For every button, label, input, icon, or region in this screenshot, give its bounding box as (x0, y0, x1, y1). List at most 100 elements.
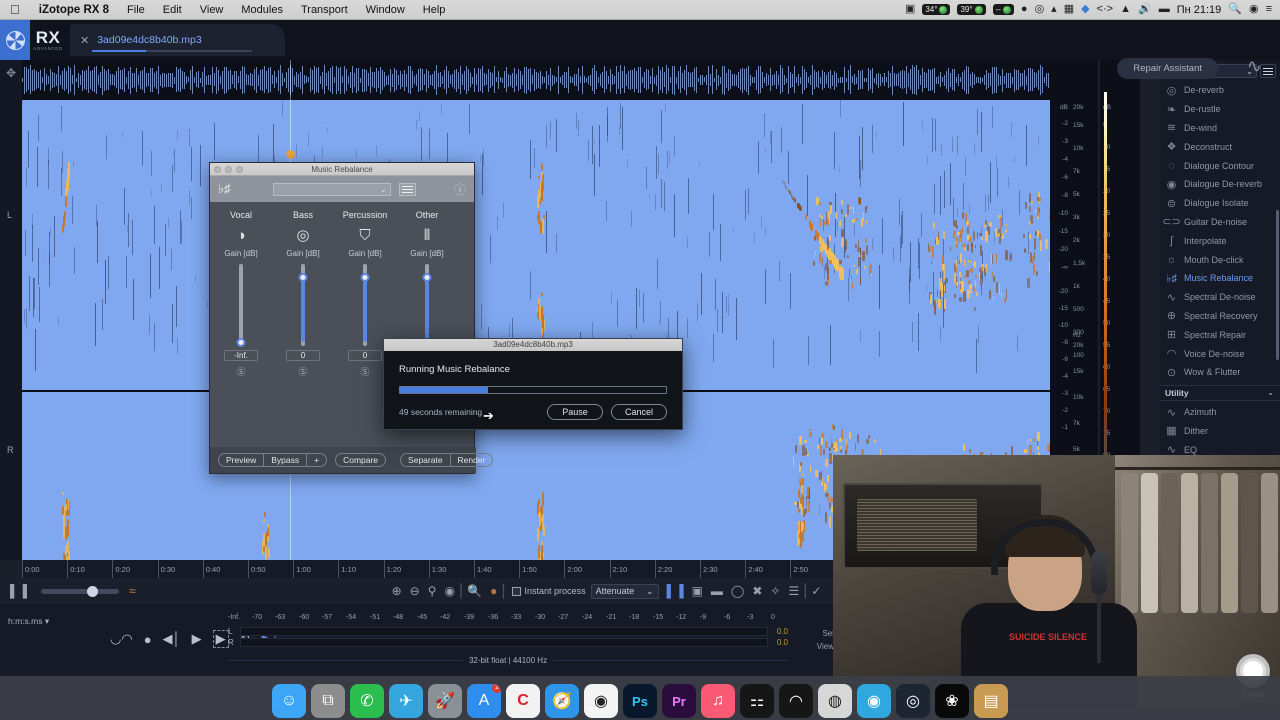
band-gain-knob[interactable] (422, 272, 432, 282)
hamburger-icon[interactable] (1260, 64, 1276, 78)
band-gain-value[interactable]: -Inf. (224, 350, 258, 361)
document-tab[interactable]: ✕ 3ad09e4dc8b40b.mp3 (70, 24, 285, 56)
module-item-music-rebalance[interactable]: ♭♯ Music Rebalance (1160, 269, 1280, 288)
menu-help[interactable]: Help (414, 4, 455, 16)
code-icon[interactable]: <·> (1097, 4, 1114, 15)
menu-transport[interactable]: Transport (292, 4, 357, 16)
instant-process-checkbox[interactable] (511, 586, 521, 596)
volume-icon[interactable]: 🔊 (1138, 4, 1152, 15)
temp-chip-2[interactable]: 39° (957, 4, 986, 15)
module-item-de-wind[interactable]: ≋ De-wind (1160, 119, 1280, 138)
webcam-overlay[interactable]: SUICIDE SILENCE Camo (833, 455, 1280, 707)
cancel-button[interactable]: Cancel (611, 404, 667, 420)
dock-item-affinity[interactable]: ❀ (935, 684, 969, 718)
marker-handle-icon[interactable] (286, 150, 295, 159)
adguard-icon[interactable]: ● (1021, 4, 1028, 15)
paint-icon[interactable]: ● (490, 584, 497, 598)
band-gain-knob[interactable] (236, 338, 246, 347)
module-item-azimuth[interactable]: ∿ Azimuth (1160, 403, 1280, 422)
search-icon[interactable]: 🔍 (1228, 4, 1242, 15)
zoom-in-icon[interactable]: ⊕ (392, 584, 402, 598)
dock-item-premiere-pro[interactable]: Pr (662, 684, 696, 718)
dock-item-safari[interactable]: 🧭 (545, 684, 579, 718)
solo-icon[interactable]: Ⓢ (210, 365, 272, 378)
module-item-interpolate[interactable]: ∫ Interpolate (1160, 231, 1280, 250)
module-item-dialogue-de-reverb[interactable]: ◉ Dialogue De-reverb (1160, 175, 1280, 194)
close-icon[interactable]: ✕ (80, 34, 89, 47)
magic-wand-icon[interactable]: ✖ (752, 584, 762, 598)
preview-button[interactable]: Preview (218, 453, 265, 467)
dock-item-finder[interactable]: ☺ (272, 684, 306, 718)
dock-item-uad-console[interactable]: ⚏ (740, 684, 774, 718)
module-item-wow-flutter[interactable]: ⊙ Wow & Flutter (1160, 363, 1280, 382)
dock-item-chrome[interactable]: ◉ (584, 684, 618, 718)
zoom-fit-icon[interactable]: ◉ (445, 584, 455, 598)
magnifier-icon[interactable]: 🔍 (467, 584, 482, 598)
bypass-button[interactable]: Bypass (264, 453, 308, 467)
rewind-icon[interactable]: ◀│ (163, 631, 181, 647)
menu-window[interactable]: Window (357, 4, 414, 16)
dropbox-icon[interactable]: ◆ (1081, 4, 1089, 15)
solo-icon[interactable]: Ⓢ (272, 365, 334, 378)
input-source-icon[interactable]: ▬ (1159, 4, 1170, 15)
menu-modules[interactable]: Modules (232, 4, 292, 16)
module-item-voice-de-noise[interactable]: ◠ Voice De-noise (1160, 344, 1280, 363)
module-section-utility[interactable]: Utility ⌄ (1160, 384, 1280, 401)
zoom-out-icon[interactable]: ⊖ (410, 584, 420, 598)
frequency-selection-icon[interactable]: ▬ (711, 584, 723, 598)
multi-resolution-icon[interactable]: ☰ (788, 584, 799, 598)
dock-item-photoshop[interactable]: Ps (623, 684, 657, 718)
dock-item-time-machine[interactable]: ⧉ (311, 684, 345, 718)
dock-item-davinci-resolve[interactable]: ◍ (818, 684, 852, 718)
module-item-de-reverb[interactable]: ◎ De-reverb (1160, 81, 1280, 100)
menu-edit[interactable]: Edit (154, 4, 191, 16)
monitor-icon[interactable]: ◡◠ (110, 631, 133, 647)
module-item-deconstruct[interactable]: ❖ Deconstruct (1160, 137, 1280, 156)
module-item-spectral-repair[interactable]: ⊞ Spectral Repair (1160, 325, 1280, 344)
progress-dialog[interactable]: 3ad09e4dc8b40b.mp3 Running Music Rebalan… (383, 338, 683, 430)
spectrogram-toggle-icon[interactable]: ≈ (129, 584, 136, 598)
play-icon[interactable]: ▶ (192, 631, 202, 647)
dock-item-downloads-folder[interactable]: ▤ (974, 684, 1008, 718)
module-item-guitar-de-noise[interactable]: ⊂⊃ Guitar De-noise (1160, 213, 1280, 232)
add-preset-button[interactable]: + (307, 453, 328, 467)
zoom-slider-handle[interactable] (87, 585, 99, 597)
dock-item-izotope-rx[interactable]: ◉ (857, 684, 891, 718)
band-gain-slider[interactable] (272, 264, 334, 346)
compare-button[interactable]: Compare (335, 453, 387, 467)
eject-icon[interactable]: ▲ (1120, 4, 1131, 15)
repair-assistant-button[interactable]: Repair Assistant (1117, 58, 1218, 79)
malwarebytes-icon[interactable]: ▴ (1051, 4, 1057, 15)
help-icon[interactable]: ⓘ (454, 181, 466, 198)
module-item-dither[interactable]: ▦ Dither (1160, 422, 1280, 441)
module-item-dialogue-contour[interactable]: ◌ Dialogue Contour (1160, 156, 1280, 175)
band-gain-slider[interactable] (210, 264, 272, 347)
izotope-spiral-icon[interactable] (0, 20, 30, 60)
module-item-dialogue-isolate[interactable]: ⊜ Dialogue Isolate (1160, 194, 1280, 213)
brush-selection-icon[interactable]: ✧ (770, 584, 780, 598)
dock-item-launchpad[interactable]: 🚀 (428, 684, 462, 718)
menubar-clock[interactable]: Пн 21:19 (1177, 4, 1222, 16)
attenuate-select[interactable]: Attenuate ⌄ (590, 583, 659, 599)
module-list[interactable]: ◎ De-reverb ❧ De-rustle ≋ De-wind ❖ Deconstruct… (1160, 81, 1280, 459)
apple-icon[interactable]:  (0, 3, 30, 16)
band-gain-slider[interactable] (396, 264, 458, 346)
dock-item-cinema-4d[interactable]: C (506, 684, 540, 718)
rectangle-selection-icon[interactable]: ▣ (692, 584, 703, 598)
module-item-mouth-de-click[interactable]: ☼ Mouth De-click (1160, 250, 1280, 269)
hamburger-icon[interactable] (398, 182, 416, 196)
separate-button[interactable]: Separate (400, 453, 451, 467)
dock-item-uad-luna[interactable]: ◠ (779, 684, 813, 718)
instant-process-toggle[interactable]: Instant process (511, 586, 586, 596)
module-item-spectral-de-noise[interactable]: ∿ Spectral De-noise (1160, 288, 1280, 307)
module-item-de-rustle[interactable]: ❧ De-rustle (1160, 100, 1280, 119)
band-gain-knob[interactable] (298, 272, 308, 282)
waveform-toggle-icon[interactable]: ▌▐ (10, 584, 27, 598)
band-gain-knob[interactable] (360, 272, 370, 282)
waveform-icon[interactable]: ∿ (1247, 56, 1262, 77)
grid-icon[interactable]: ▦ (1064, 4, 1074, 15)
temp-chip-3[interactable]: -- (992, 4, 1014, 15)
screen-record-icon[interactable]: ▣ (905, 4, 915, 15)
bluetooth-icon[interactable]: ◎ (1035, 4, 1045, 15)
module-list-scrollbar[interactable] (1276, 210, 1279, 360)
